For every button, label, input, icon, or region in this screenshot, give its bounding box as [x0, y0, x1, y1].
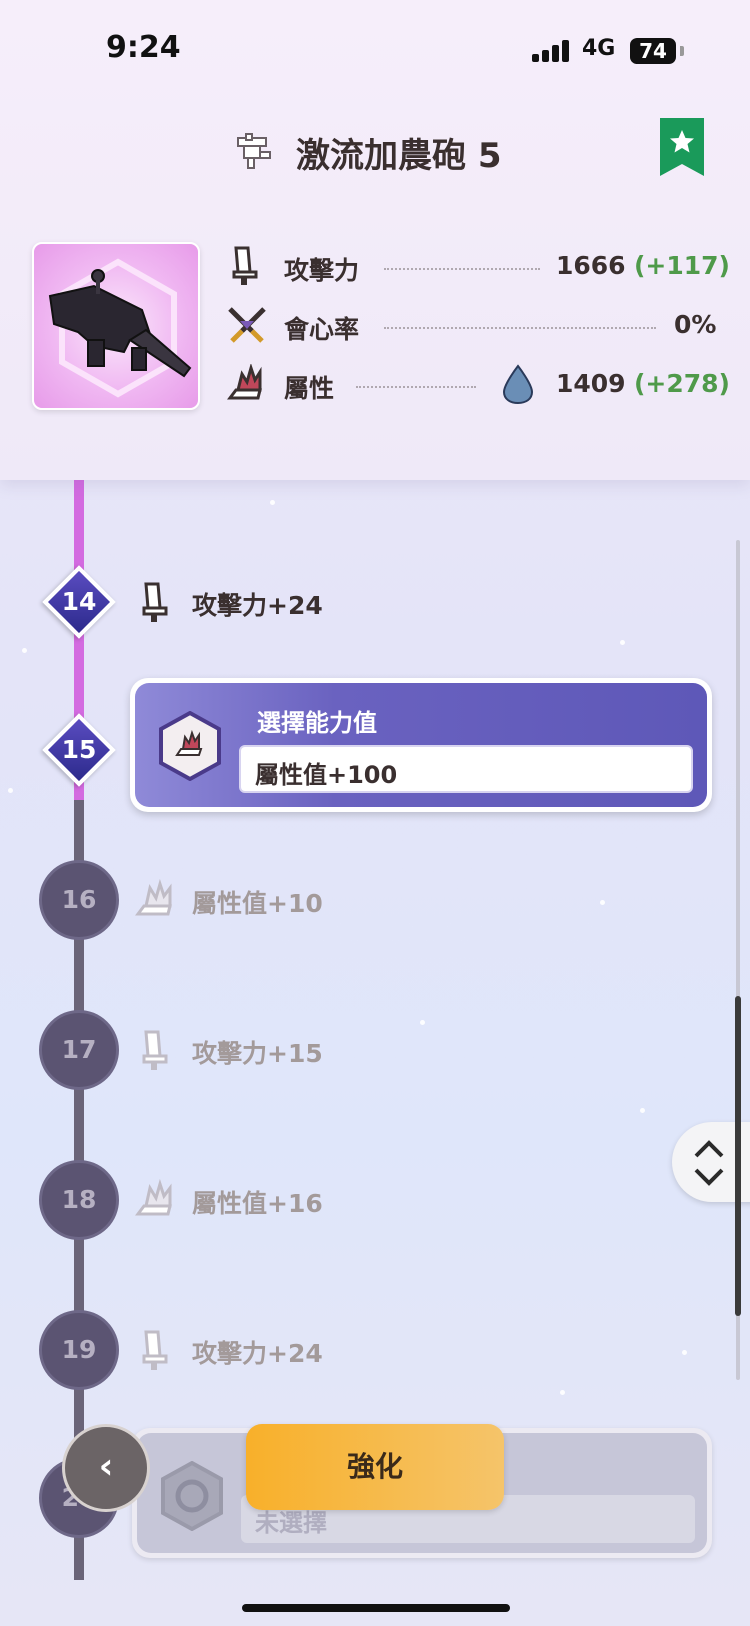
stat-choice-card[interactable]: 選擇能力值 屬性值+100 [130, 678, 712, 812]
stat-bonus: (+117) [634, 251, 730, 280]
choice-value: 屬性值+100 [255, 761, 398, 789]
page-title: 激流加農砲 5 [296, 136, 502, 176]
dotted-leader [384, 327, 656, 329]
sparkle [8, 788, 13, 793]
level-node-16: 16 [39, 860, 119, 940]
level-node-18: 18 [39, 1160, 119, 1240]
scrollbar-thumb[interactable] [735, 996, 741, 1316]
crossed-swords-icon [228, 307, 266, 343]
heavy-bowgun-icon [237, 133, 271, 169]
attack-blade-icon [142, 582, 168, 622]
level-label: 攻擊力+15 [192, 1039, 323, 1068]
level-label: 屬性值+10 [192, 889, 323, 918]
dotted-leader [384, 268, 540, 270]
sparkle [620, 640, 625, 645]
choice-select[interactable]: 屬性值+100 [239, 745, 693, 793]
level-node-17: 17 [39, 1010, 119, 1090]
attack-blade-icon [232, 246, 258, 285]
sparkle [270, 500, 275, 505]
home-indicator [242, 1604, 510, 1612]
stat-element: 屬性 1409 (+278) [0, 364, 750, 404]
hex-empty-icon [161, 1461, 223, 1531]
sparkle [640, 1108, 645, 1113]
sparkle [682, 1350, 687, 1355]
clock: 9:24 [106, 30, 181, 65]
level-node-14: 14 [39, 562, 119, 642]
stat-label: 屬性 [284, 374, 335, 403]
signal-icon [532, 40, 572, 62]
element-flame-icon [135, 878, 172, 916]
enhance-button[interactable]: 強化 [246, 1424, 504, 1510]
stat-critical: 會心率 0% [0, 305, 750, 345]
network-type: 4G [582, 36, 616, 61]
stat-value: 0% [674, 310, 717, 339]
level-node-15: 15 [39, 710, 119, 790]
chevron-up-down-icon [694, 1140, 724, 1186]
level-label: 攻擊力+24 [192, 1339, 323, 1368]
attack-blade-icon [142, 1330, 168, 1370]
level-number: 18 [61, 1185, 97, 1214]
chevron-left-icon: ‹ [98, 1446, 114, 1487]
star-bookmark-icon[interactable] [660, 118, 704, 176]
level-label: 攻擊力+24 [192, 591, 323, 620]
sparkle [420, 1020, 425, 1025]
sparkle [560, 1390, 565, 1395]
sparkle [600, 900, 605, 905]
element-flame-icon [135, 1178, 172, 1216]
weapon-header: 9:24 4G 74 激流加農砲 5 攻擊力 1666 (+117) 會心率 0… [0, 0, 750, 480]
battery-tip [680, 46, 684, 56]
level-number: 17 [61, 1035, 97, 1064]
status-bar: 9:24 4G 74 [0, 0, 750, 100]
back-button[interactable]: ‹ [62, 1424, 150, 1512]
attack-blade-icon [142, 1030, 168, 1070]
stat-value: 1409 [556, 369, 626, 398]
choice-title: 選擇能力值 [257, 709, 377, 737]
dotted-leader [356, 386, 476, 388]
level-label: 屬性值+16 [192, 1189, 323, 1218]
level-node-19: 19 [39, 1310, 119, 1390]
sparkle [22, 648, 27, 653]
stat-bonus: (+278) [634, 369, 730, 398]
element-flame-icon [159, 711, 221, 781]
battery-icon: 74 [630, 38, 676, 64]
stat-label: 會心率 [284, 315, 360, 344]
stat-label: 攻擊力 [284, 256, 360, 285]
title-row: 激流加農砲 5 [0, 120, 750, 180]
element-flame-icon [227, 364, 262, 400]
water-drop-icon [502, 364, 534, 404]
level-number: 15 [61, 735, 97, 764]
level-number: 19 [61, 1335, 97, 1364]
stat-value: 1666 [556, 251, 626, 280]
stat-attack: 攻擊力 1666 (+117) [0, 246, 750, 286]
level-number: 14 [61, 587, 97, 616]
level-number: 16 [61, 885, 97, 914]
